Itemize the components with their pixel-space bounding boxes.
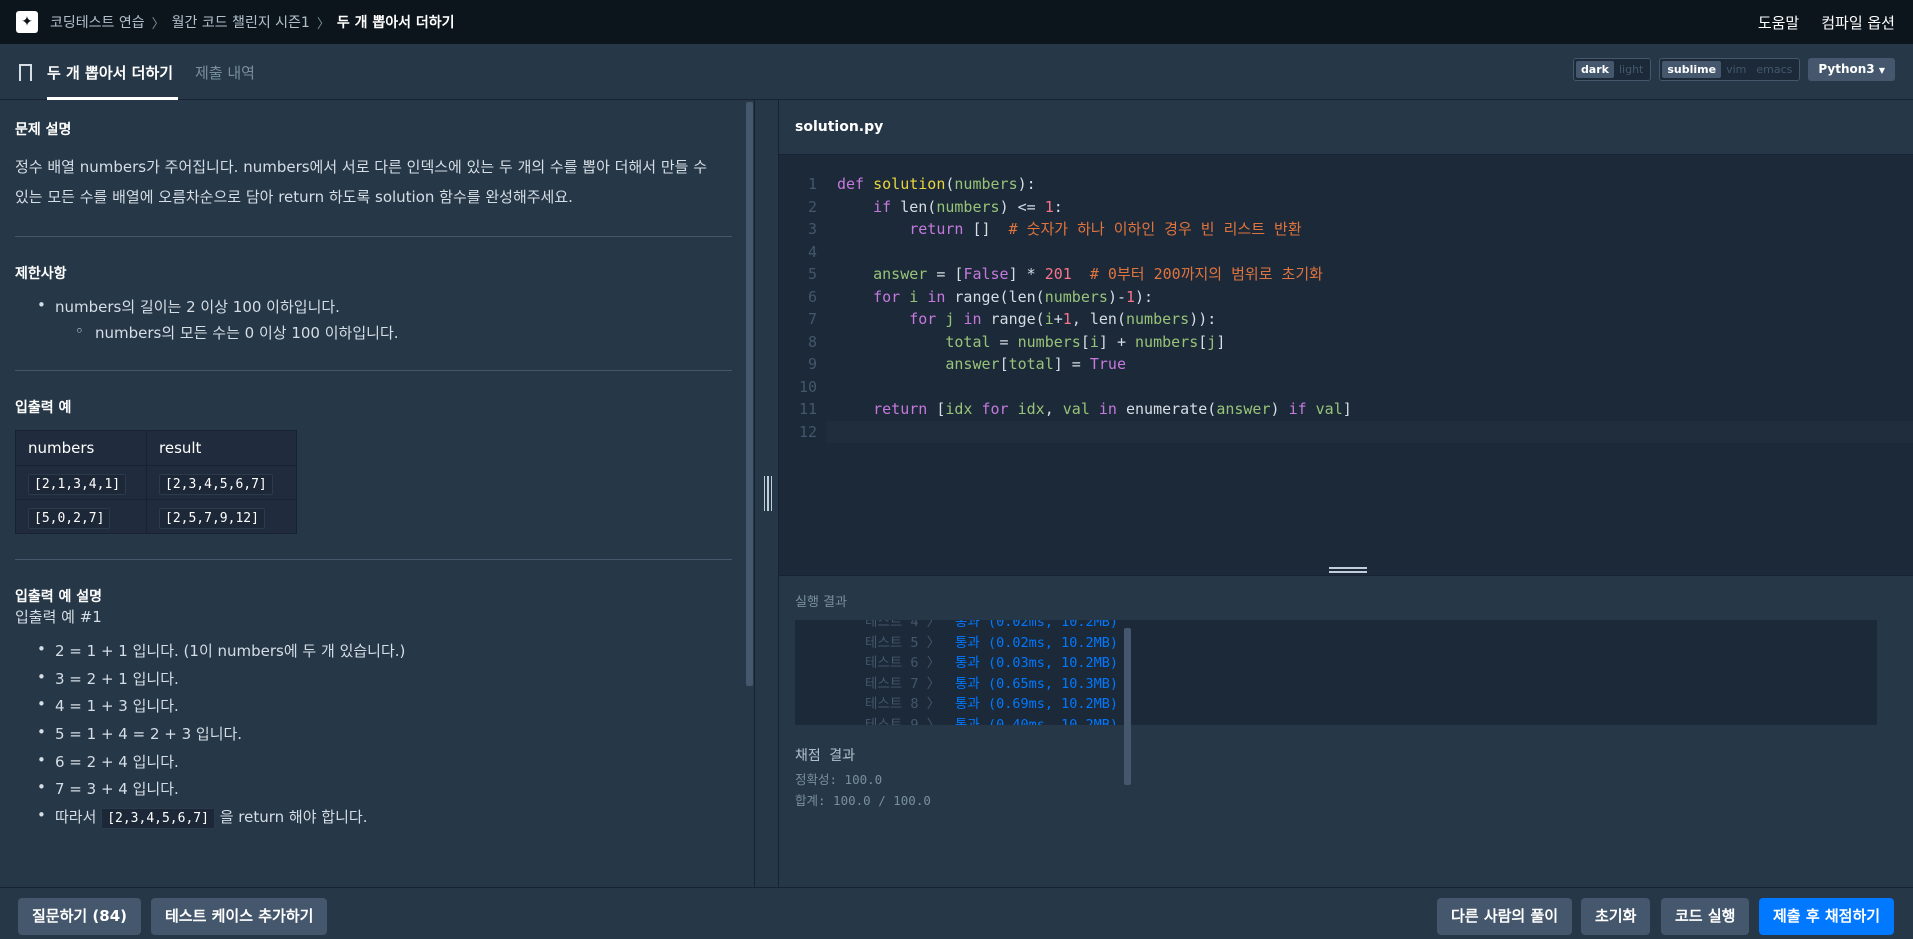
list-item: 따라서 [2,3,4,5,6,7] 을 return 해야 합니다. xyxy=(15,806,732,834)
io-explain-list: 2 = 1 + 1 입니다. (1이 numbers에 두 개 있습니다.) 3… xyxy=(15,640,732,834)
keymap-emacs-option[interactable]: emacs xyxy=(1751,61,1797,78)
table-header-row: numbers result xyxy=(15,430,297,466)
list-item: 6 = 2 + 4 입니다. xyxy=(15,751,732,779)
others-solutions-button[interactable]: 다른 사람의 풀이 xyxy=(1437,898,1573,935)
test-result-row: 테스트 4 〉 통과 (0.02ms, 10.2MB) xyxy=(865,620,1119,630)
explain-last-post: 을 return 해야 합니다. xyxy=(219,808,368,827)
top-navbar: ✦ 코딩테스트 연습 〉 월간 코드 챌린지 시즌1 〉 두 개 뽑아서 더하기… xyxy=(0,0,1913,44)
column-header: result xyxy=(146,430,297,466)
tab-problem[interactable]: 두 개 뽑아서 더하기 xyxy=(47,62,173,83)
code-line: 3 return [] # 숫자가 하나 이하인 경우 빈 리스트 반환 xyxy=(807,220,1302,238)
editor-panel: solution.py 1 def solution(numbers): 2 if… xyxy=(779,100,1913,887)
code-line: 7 for j in range(i+1, len(numbers)): xyxy=(807,310,1217,328)
explain-last-pre: 따라서 xyxy=(55,808,97,827)
test-results-box: 테스트 4 〉 통과 (0.02ms, 10.2MB) 테스트 5 〉 통과 (0.… xyxy=(795,620,1877,725)
editor-header: solution.py xyxy=(779,100,1913,155)
results-scrollbar[interactable] xyxy=(1124,628,1131,785)
list-item: 4 = 1 + 3 입니다. xyxy=(15,695,732,723)
results-header: 실행 결과 xyxy=(779,575,1913,620)
test-result-row: 테스트 5 〉 통과 (0.02ms, 10.2MB) xyxy=(865,634,1119,651)
problem-panel: 문제 설명 정수 배열 numbers가 주어집니다. numbers에서 서로… xyxy=(0,100,750,887)
table-cell: [2,3,4,5,6,7] xyxy=(159,473,273,495)
table-row: [5,0,2,7] [2,5,7,9,12] xyxy=(15,499,297,534)
keymap-vim-option[interactable]: vim xyxy=(1721,61,1751,78)
keymap-toggle: sublime vim emacs xyxy=(1659,58,1801,81)
reset-button[interactable]: 초기화 xyxy=(1581,898,1651,935)
score-total: 합계: 100.0 / 100.0 xyxy=(795,793,931,808)
code-line: 8 total = numbers[i] + numbers[j] xyxy=(807,332,1226,351)
theme-light-option[interactable]: light xyxy=(1614,61,1648,78)
code-line: 4 xyxy=(807,242,817,261)
list-item: numbers의 길이는 2 이상 100 이하입니다. xyxy=(15,296,732,322)
table-cell: [2,5,7,9,12] xyxy=(159,507,265,529)
code-line: 9 answer[total] = True xyxy=(807,355,1126,373)
keymap-sublime-option[interactable]: sublime xyxy=(1662,61,1722,78)
score-title: 채점 결과 xyxy=(795,748,855,764)
table-cell: [5,0,2,7] xyxy=(28,507,111,529)
table-row: [2,1,3,4,1] [2,3,4,5,6,7] xyxy=(15,465,297,500)
description-line-2: 있는 모든 수를 배열에 오름차순으로 담아 return 하도록 soluti… xyxy=(15,188,573,206)
breadcrumb-item-challenge[interactable]: 월간 코드 챌린지 시즌1 xyxy=(172,12,310,32)
add-testcase-button[interactable]: 테스트 케이스 추가하기 xyxy=(151,898,328,935)
theme-toggle: dark light xyxy=(1572,58,1652,81)
constraints-heading: 제한사항 xyxy=(15,266,67,282)
test-result-row: 테스트 8 〉 통과 (0.69ms, 10.2MB) xyxy=(865,696,1119,712)
caret-down-icon: ▼ xyxy=(1878,66,1885,75)
breadcrumb-item-current: 두 개 뽑아서 더하기 xyxy=(336,15,455,31)
tab-bar: 두 개 뽑아서 더하기 제출 내역 dark light sublime vim… xyxy=(0,44,1913,100)
list-item: 3 = 2 + 1 입니다. xyxy=(15,668,732,696)
list-item: 5 = 1 + 4 = 2 + 3 입니다. xyxy=(15,723,732,751)
divider xyxy=(15,236,732,237)
language-select-value: Python3 xyxy=(1818,62,1875,76)
divider xyxy=(15,370,732,371)
results-title: 실행 결과 xyxy=(795,595,847,610)
code-line: 11 return [idx for idx, val in enumerate… xyxy=(798,400,1352,418)
code-line: 10 xyxy=(798,377,817,396)
file-name: solution.py xyxy=(795,119,884,135)
programmers-logo-icon[interactable]: ✦ xyxy=(16,11,38,33)
code-line: 1 def solution(numbers): xyxy=(807,175,1036,193)
code-line: 2 if len(numbers) <= 1: xyxy=(807,197,1063,216)
code-line: 6 for i in range(len(numbers)-1): xyxy=(807,287,1154,306)
list-item: 7 = 3 + 4 입니다. xyxy=(15,778,732,806)
list-item: 2 = 1 + 1 입니다. (1이 numbers에 두 개 있습니다.) xyxy=(15,640,732,668)
inline-code: [2,3,4,5,6,7] xyxy=(101,808,215,830)
io-example-heading: 입출력 예 xyxy=(15,400,72,416)
language-select[interactable]: Python3 ▼ xyxy=(1808,58,1895,81)
test-result-row: 테스트 9 〉 통과 (0.40ms, 10.2MB) xyxy=(865,716,1119,726)
divider xyxy=(15,559,732,560)
io-example-table: numbers result [2,1,3,4,1] [2,3,4,5,6,7]… xyxy=(15,430,297,534)
theme-dark-option[interactable]: dark xyxy=(1575,61,1614,78)
test-result-row: 테스트 7 〉 통과 (0.65ms, 10.3MB) xyxy=(865,675,1119,692)
question-button[interactable]: 질문하기 (84) xyxy=(18,898,142,935)
compile-options-link[interactable]: 컴파일 옵션 xyxy=(1821,12,1895,33)
score-accuracy: 정확성: 100.0 xyxy=(795,772,883,787)
help-link[interactable]: 도움말 xyxy=(1758,12,1799,33)
description-line-1: 정수 배열 numbers가 주어집니다. numbers에서 서로 다른 인덱… xyxy=(15,158,708,176)
bookmark-icon[interactable] xyxy=(19,64,32,86)
test-result-row: 테스트 6 〉 통과 (0.03ms, 10.2MB) xyxy=(865,655,1119,671)
chevron-right-icon: 〉 xyxy=(316,16,330,32)
io-explain-subheading: 입출력 예 #1 xyxy=(15,608,102,626)
table-cell: [2,1,3,4,1] xyxy=(28,473,127,495)
chevron-right-icon: 〉 xyxy=(151,16,165,32)
code-line-current: 12 xyxy=(799,420,1913,443)
drag-handle-icon[interactable] xyxy=(764,476,772,511)
bottom-action-bar: 질문하기 (84) 테스트 케이스 추가하기 다른 사람의 풀이 초기화 코드 … xyxy=(0,887,1913,939)
code-editor[interactable]: 1 def solution(numbers): 2 if len(numbers… xyxy=(779,173,1913,443)
code-line: 5 answer = [False] * 201 # 0부터 200까지의 범위… xyxy=(807,265,1323,283)
tab-submissions[interactable]: 제출 내역 xyxy=(195,62,255,83)
run-code-button[interactable]: 코드 실행 xyxy=(1661,898,1750,935)
constraints-list: numbers의 길이는 2 이상 100 이하입니다. numbers의 모든… xyxy=(15,296,732,348)
column-header: numbers xyxy=(15,430,147,466)
list-item: numbers의 모든 수는 0 이상 100 이하입니다. xyxy=(15,322,732,348)
description-heading: 문제 설명 xyxy=(15,122,72,138)
problem-scrollbar[interactable] xyxy=(746,102,753,686)
submit-button[interactable]: 제출 후 채점하기 xyxy=(1759,898,1895,935)
breadcrumb: 코딩테스트 연습 〉 월간 코드 챌린지 시즌1 〉 두 개 뽑아서 더하기 xyxy=(50,12,455,32)
breadcrumb-item-practice[interactable]: 코딩테스트 연습 xyxy=(50,12,145,32)
results-panel: 테스트 4 〉 통과 (0.02ms, 10.2MB) 테스트 5 〉 통과 (0.… xyxy=(779,620,1913,887)
